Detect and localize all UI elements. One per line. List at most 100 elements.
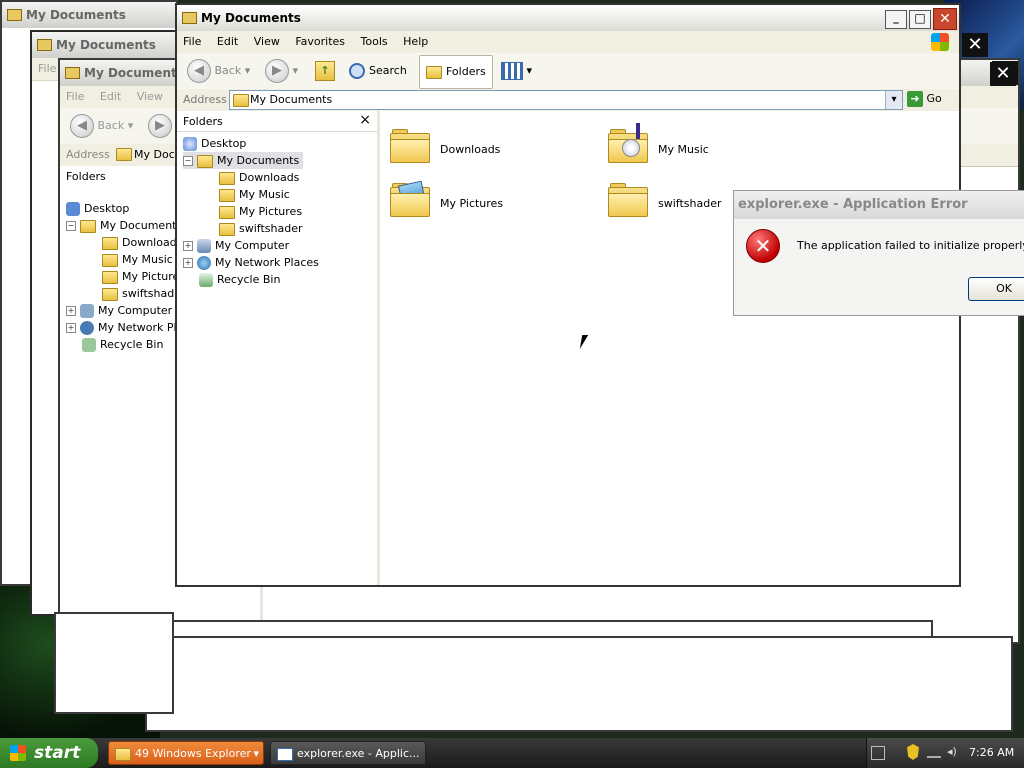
error-icon: ✕ bbox=[746, 229, 780, 263]
network-icon[interactable] bbox=[927, 748, 941, 758]
chevron-down-icon: ▾ bbox=[253, 747, 259, 760]
keyboard-icon[interactable] bbox=[871, 746, 885, 760]
tree-item-swiftshader[interactable]: swiftshader bbox=[183, 220, 319, 237]
tree-item-downloads[interactable]: Downloads bbox=[183, 169, 319, 186]
menu-view[interactable]: View bbox=[131, 86, 169, 107]
tree-item-swiftshader[interactable]: swiftshade bbox=[66, 285, 183, 302]
folders-pane-title: Folders bbox=[66, 170, 106, 183]
close-icon[interactable]: ✕ bbox=[990, 62, 1016, 86]
volume-icon[interactable]: ◂) bbox=[947, 746, 959, 758]
menu-file[interactable]: File bbox=[177, 31, 207, 52]
address-field[interactable]: My Documents ▾ bbox=[229, 90, 903, 110]
computer-icon bbox=[80, 304, 94, 318]
windows-logo-icon bbox=[931, 33, 949, 51]
tree-item-my-computer[interactable]: + My Computer bbox=[66, 302, 183, 319]
folder-icon bbox=[116, 148, 132, 161]
tree-item-desktop[interactable]: Desktop bbox=[183, 135, 319, 152]
start-button[interactable]: start bbox=[0, 738, 98, 768]
folder-icon bbox=[608, 183, 648, 217]
folders-pane: Folders × Desktop − My Documents Download… bbox=[177, 111, 380, 585]
menu-edit[interactable]: Edit bbox=[211, 31, 244, 52]
address-label: Address bbox=[183, 93, 227, 106]
back-label[interactable]: Back bbox=[215, 64, 242, 77]
close-icon[interactable]: ✕ bbox=[962, 33, 988, 57]
maximize-button[interactable]: □ bbox=[909, 10, 931, 29]
folder-icon bbox=[7, 9, 22, 21]
error-dialog[interactable]: explorer.exe - Application Error ✕ The a… bbox=[733, 190, 1024, 316]
desktop-icon bbox=[183, 137, 197, 151]
tree-item-my-music[interactable]: My Music bbox=[183, 186, 319, 203]
menu-edit[interactable]: Edit bbox=[94, 86, 127, 107]
back-arrow-icon[interactable]: ◀ bbox=[187, 59, 211, 83]
views-icon bbox=[501, 62, 523, 80]
back-arrow-icon[interactable]: ◀ bbox=[70, 114, 94, 138]
forward-arrow-icon[interactable]: ▶ bbox=[265, 59, 289, 83]
clock[interactable]: 7:26 AM bbox=[969, 746, 1014, 759]
tree-item-my-documents[interactable]: − My Documents bbox=[66, 217, 183, 234]
search-icon bbox=[349, 63, 365, 79]
system-tray: ◂) 7:26 AM bbox=[866, 738, 1024, 768]
window-title: My Documents bbox=[56, 38, 156, 52]
tree-item-my-pictures[interactable]: My Pictures bbox=[183, 203, 319, 220]
up-arrow-icon: ↑ bbox=[315, 61, 335, 81]
folder-icon bbox=[197, 154, 213, 168]
tree-item-recycle-bin[interactable]: Recycle Bin bbox=[183, 271, 319, 288]
window-title: My Documents bbox=[26, 8, 126, 22]
menu-file[interactable]: File bbox=[60, 86, 90, 107]
background-window-frame bbox=[54, 612, 174, 714]
tree-item-recycle-bin[interactable]: Recycle Bin bbox=[66, 336, 183, 353]
title-bar[interactable]: My Documents bbox=[32, 32, 178, 58]
tree-item-my-pictures[interactable]: My Picture bbox=[66, 268, 183, 285]
views-button[interactable]: ▾ bbox=[501, 57, 532, 85]
back-label[interactable]: Back bbox=[98, 119, 125, 132]
minimize-button[interactable]: _ bbox=[885, 10, 907, 29]
computer-icon bbox=[197, 239, 211, 253]
folder-icon bbox=[233, 94, 249, 107]
ok-button[interactable]: OK bbox=[968, 277, 1024, 301]
security-shield-icon[interactable] bbox=[907, 744, 919, 760]
forward-arrow-icon[interactable]: ▶ bbox=[148, 114, 172, 138]
menu-favorites[interactable]: Favorites bbox=[289, 31, 351, 52]
folder-icon bbox=[426, 65, 442, 79]
dialog-title[interactable]: explorer.exe - Application Error bbox=[734, 191, 1024, 219]
go-button[interactable]: ➜ Go bbox=[907, 91, 942, 107]
taskbar-button-windows-explorer[interactable]: 49 Windows Explorer ▾ bbox=[108, 741, 264, 765]
menu-tools[interactable]: Tools bbox=[355, 31, 394, 52]
menu-help[interactable]: Help bbox=[397, 31, 434, 52]
search-button[interactable]: Search bbox=[349, 57, 407, 85]
tree-item-network-places[interactable]: + My Network Places bbox=[183, 254, 319, 271]
folder-icon bbox=[115, 748, 131, 761]
window-icon bbox=[277, 748, 293, 761]
window-title: My Documents bbox=[201, 11, 301, 25]
folders-pane-title: Folders bbox=[183, 115, 223, 128]
title-bar[interactable]: My Documents bbox=[2, 2, 176, 28]
desktop-icon bbox=[66, 202, 80, 216]
tree-item-my-music[interactable]: My Music bbox=[66, 251, 183, 268]
chevron-down-icon[interactable]: ▾ bbox=[885, 91, 902, 109]
tree-item-my-documents[interactable]: − My Documents bbox=[183, 152, 303, 169]
recycle-bin-icon bbox=[199, 273, 213, 287]
close-pane-icon[interactable]: × bbox=[359, 112, 371, 128]
folders-button[interactable]: Folders bbox=[419, 55, 493, 89]
folder-icon bbox=[80, 219, 96, 233]
folder-icon bbox=[37, 39, 52, 51]
taskbar: start 49 Windows Explorer ▾ explorer.exe… bbox=[0, 738, 1024, 768]
title-bar[interactable]: My Documents bbox=[177, 5, 959, 31]
folder-icon bbox=[219, 222, 235, 236]
folder-tree: Desktop − My Documents Downloads My Music… bbox=[183, 135, 319, 288]
tree-item-downloads[interactable]: Downloads bbox=[66, 234, 183, 251]
content-item-my-pictures[interactable]: My Pictures bbox=[390, 180, 570, 227]
close-button[interactable]: ✕ bbox=[933, 8, 957, 30]
music-folder-icon bbox=[608, 123, 648, 163]
network-icon bbox=[197, 256, 211, 270]
tree-item-my-computer[interactable]: + My Computer bbox=[183, 237, 319, 254]
content-item-downloads[interactable]: Downloads bbox=[390, 129, 570, 169]
up-folder-button[interactable]: ↑ bbox=[315, 57, 335, 85]
tree-item-network-places[interactable]: + My Network Pla bbox=[66, 319, 183, 336]
taskbar-button-explorer-error[interactable]: explorer.exe - Applic... bbox=[270, 741, 426, 765]
menu-view[interactable]: View bbox=[248, 31, 286, 52]
content-item-my-music[interactable]: My Music bbox=[608, 123, 788, 169]
tree-item-desktop[interactable]: Desktop bbox=[66, 200, 183, 217]
address-value: My Documents bbox=[250, 93, 333, 106]
folder-icon bbox=[65, 67, 80, 79]
